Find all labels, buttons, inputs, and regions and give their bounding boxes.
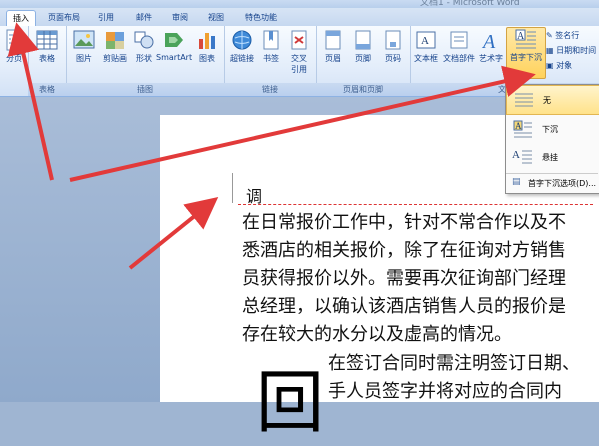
group-label-header-footer: 页眉和页脚 — [316, 83, 410, 96]
cross-reference-icon — [291, 30, 307, 50]
page-break-button[interactable]: 分页 — [1, 29, 27, 64]
smartart-icon — [165, 33, 183, 47]
dropcap-option-none[interactable]: 无 — [506, 85, 599, 115]
page-number-icon — [385, 30, 401, 50]
group-label-links: 链接 — [224, 83, 316, 96]
header-button[interactable]: 页眉 — [320, 29, 346, 64]
dropcap-options-item[interactable]: ▤ 首字下沉选项(D)... — [506, 173, 598, 192]
object-button[interactable]: ▣ 对象 — [546, 60, 572, 71]
window-title: 文档1 - Microsoft Word — [420, 0, 520, 8]
tab-insert[interactable]: 插入 — [6, 10, 36, 26]
tab-view[interactable]: 视图 — [202, 10, 230, 25]
group-label-illustrations: 插图 — [66, 83, 224, 96]
calendar-icon: ▦ — [546, 46, 554, 55]
wordart-button[interactable]: A 艺术字 — [478, 29, 504, 64]
footer-button[interactable]: 页脚 — [350, 29, 376, 64]
table-icon — [36, 30, 58, 50]
tab-references[interactable]: 引用 — [92, 10, 120, 25]
signature-line-button[interactable]: ✎ 签名行 — [546, 30, 579, 41]
group-illustrations: 图片 剪贴画 形状 SmartArt 图表 插图 — [66, 26, 225, 96]
wordart-icon: A — [481, 31, 496, 51]
tab-page-layout[interactable]: 页面布局 — [44, 10, 84, 25]
page-number-button[interactable]: 页码 — [380, 29, 406, 64]
footer-icon — [355, 30, 371, 50]
smartart-button[interactable]: SmartArt — [156, 29, 192, 62]
textbox-icon: A — [416, 31, 436, 49]
hyperlink-button[interactable]: 超链接 — [227, 29, 257, 64]
dropcap-option-margin[interactable]: A 悬挂 — [506, 143, 598, 171]
picture-button[interactable]: 图片 — [70, 29, 98, 64]
dropcap-dropped-icon: A — [513, 120, 532, 138]
ribbon-tabs: 插入 页面布局 引用 邮件 审阅 视图 特色功能 — [0, 8, 599, 26]
textbox-button[interactable]: A 文本框 — [412, 29, 440, 64]
quickparts-icon — [450, 31, 468, 49]
tab-mailings[interactable]: 邮件 — [130, 10, 158, 25]
table-button[interactable]: 表格 — [32, 29, 62, 64]
dropcap-line-2: 手人员签字并将对应的合同内 — [328, 381, 562, 402]
margin-marker — [232, 173, 233, 203]
chart-button[interactable]: 图表 — [194, 29, 220, 64]
dropcap-line-1: 在签订合同时需注明签订日期、 — [328, 353, 580, 374]
bookmark-icon — [263, 30, 279, 50]
dropcap-letter: 回 — [256, 364, 325, 443]
tab-special[interactable]: 特色功能 — [240, 10, 282, 25]
title-bar: 文档1 - Microsoft Word — [0, 0, 599, 8]
svg-text:A: A — [481, 31, 496, 51]
dropcap-option-dropped[interactable]: A 下沉 — [506, 115, 598, 143]
dropcap-none-icon — [515, 93, 533, 107]
header-icon — [325, 30, 341, 50]
doc-line-5: 存在较大的水分以及虚高的情况。 — [242, 324, 512, 345]
shapes-button[interactable]: 形状 — [132, 29, 156, 64]
tab-review[interactable]: 审阅 — [166, 10, 194, 25]
options-icon: ▤ — [512, 177, 521, 187]
svg-text:A: A — [512, 149, 520, 161]
dropcap-button[interactable]: A 首字下沉 — [506, 27, 546, 79]
cross-reference-button[interactable]: 交叉 引用 — [286, 29, 312, 75]
dropcap-margin-icon: A — [512, 149, 532, 164]
doc-line-3: 员获得报价以外。需要再次征询部门经理 — [242, 268, 566, 289]
group-table: 表格 表格 — [28, 26, 67, 96]
bookmark-button[interactable]: 书签 — [259, 29, 283, 64]
dropcap-icon: A — [515, 29, 536, 49]
group-label-table: 表格 — [28, 83, 66, 96]
doc-line-4: 总经理，以确认该酒店销售人员的报价是 — [242, 296, 566, 317]
page-break-icon — [6, 29, 22, 51]
chart-icon — [199, 33, 215, 49]
shapes-icon — [134, 31, 154, 49]
group-links: 超链接 书签 交叉 引用 链接 — [224, 26, 317, 96]
svg-text:A: A — [421, 35, 429, 47]
doc-line-1: 在日常报价工作中，针对不常合作以及不 — [242, 212, 566, 233]
spelling-underline — [238, 204, 593, 205]
quickparts-button[interactable]: 文档部件 — [442, 29, 476, 64]
group-pages: 分页 — [0, 26, 29, 96]
object-icon: ▣ — [546, 61, 554, 70]
doc-line-2: 悉酒店的相关报价，除了在征询对方销售 — [242, 240, 566, 261]
hyperlink-icon — [232, 30, 252, 50]
clipart-icon — [106, 32, 124, 49]
picture-icon — [73, 30, 95, 49]
signature-icon: ✎ — [546, 31, 553, 40]
svg-text:A: A — [515, 121, 522, 131]
group-header-footer: 页眉 页脚 页码 页眉和页脚 — [316, 26, 411, 96]
clipart-button[interactable]: 剪贴画 — [100, 29, 130, 64]
dropcap-dropdown: 无 A 下沉 A 悬挂 ▤ 首字下沉选项(D)... — [505, 84, 599, 194]
datetime-button[interactable]: ▦ 日期和时间 — [546, 45, 596, 56]
svg-text:A: A — [517, 31, 525, 42]
